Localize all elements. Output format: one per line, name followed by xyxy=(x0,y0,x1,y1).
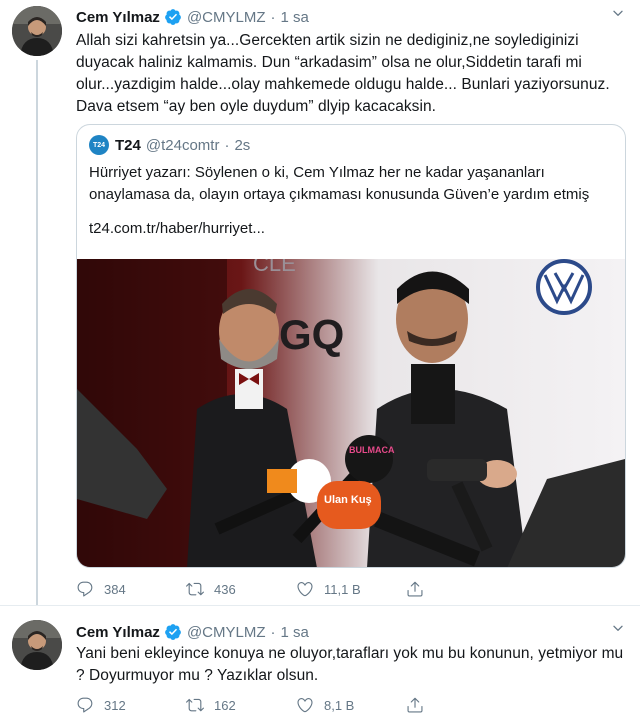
reply-icon xyxy=(77,581,93,597)
author-name[interactable]: Cem Yılmaz xyxy=(76,9,160,26)
quoted-timestamp[interactable]: 2s xyxy=(234,137,250,154)
reply-button[interactable]: 384 xyxy=(76,580,186,598)
mic-label-red: Ulan Kuş xyxy=(324,494,372,506)
like-icon xyxy=(297,582,313,597)
mic-label-black: BULMACA xyxy=(349,445,395,455)
separator: · xyxy=(270,623,276,641)
reply-count: 384 xyxy=(104,581,126,597)
reply-count: 312 xyxy=(104,697,126,713)
separator: · xyxy=(270,8,276,26)
share-button[interactable] xyxy=(406,580,436,598)
reply-button[interactable]: 312 xyxy=(76,696,186,714)
quoted-tweet-link[interactable]: t24.com.tr/haber/hurriyet... xyxy=(89,220,265,237)
thread-line xyxy=(36,60,38,605)
like-icon xyxy=(297,698,313,713)
quoted-tweet-text: Hürriyet yazarı: Söylenen o ki, Cem Yılm… xyxy=(89,164,590,203)
quoted-author-handle[interactable]: @t24comtr xyxy=(146,137,220,154)
retweet-icon xyxy=(186,582,204,596)
tweet[interactable]: Cem Yılmaz @CMYLMZ · 1 sa Yani beni ekle… xyxy=(0,605,640,727)
chevron-down-icon[interactable] xyxy=(608,3,628,23)
tweet-text: Yani beni ekleyince konuya ne oluyor,tar… xyxy=(76,645,624,684)
quoted-tweet-photo[interactable]: CLE GQ BULMACA Ulan Kuş xyxy=(77,251,625,567)
avatar[interactable] xyxy=(12,620,62,670)
tweet-header: Cem Yılmaz @CMYLMZ · 1 sa xyxy=(76,621,309,643)
tweet-text: Allah sizi kahretsin ya...Gercekten arti… xyxy=(76,32,610,115)
like-button[interactable]: 11,1 B xyxy=(296,580,406,598)
backdrop-gq-text: GQ xyxy=(279,311,344,358)
backdrop-text-top: CLE xyxy=(253,259,296,276)
avatar[interactable] xyxy=(12,6,62,56)
timestamp[interactable]: 1 sa xyxy=(281,9,309,26)
author-handle[interactable]: @CMYLMZ xyxy=(187,624,266,641)
retweet-button[interactable]: 436 xyxy=(186,580,296,598)
separator: · xyxy=(224,136,230,154)
quoted-author-name[interactable]: T24 xyxy=(115,137,141,154)
chevron-down-icon[interactable] xyxy=(608,618,628,638)
share-icon xyxy=(407,697,423,713)
verified-badge-icon xyxy=(164,8,182,26)
author-name[interactable]: Cem Yılmaz xyxy=(76,624,160,641)
retweet-button[interactable]: 162 xyxy=(186,696,296,714)
quoted-tweet-header: T24 T24 @t24comtr · 2s xyxy=(89,135,250,155)
t24-logo[interactable]: T24 xyxy=(89,135,109,155)
share-icon xyxy=(407,581,423,597)
quoted-tweet[interactable]: T24 T24 @t24comtr · 2s Hürriyet yazarı: … xyxy=(76,124,626,568)
tweet-actions: 384 436 11,1 B xyxy=(76,578,546,600)
retweet-count: 436 xyxy=(214,581,236,597)
like-button[interactable]: 8,1 B xyxy=(296,696,406,714)
retweet-count: 162 xyxy=(214,697,236,713)
timestamp[interactable]: 1 sa xyxy=(281,624,309,641)
tweet-actions: 312 162 8,1 B xyxy=(76,694,546,716)
tweet-header: Cem Yılmaz @CMYLMZ · 1 sa xyxy=(76,6,309,28)
verified-badge-icon xyxy=(164,623,182,641)
author-handle[interactable]: @CMYLMZ xyxy=(187,9,266,26)
tweet[interactable]: Cem Yılmaz @CMYLMZ · 1 sa Allah sizi kah… xyxy=(0,0,640,605)
like-count: 11,1 B xyxy=(324,581,361,597)
share-button[interactable] xyxy=(406,696,436,714)
reply-icon xyxy=(77,697,93,713)
like-count: 8,1 B xyxy=(324,697,355,713)
retweet-icon xyxy=(186,698,204,712)
